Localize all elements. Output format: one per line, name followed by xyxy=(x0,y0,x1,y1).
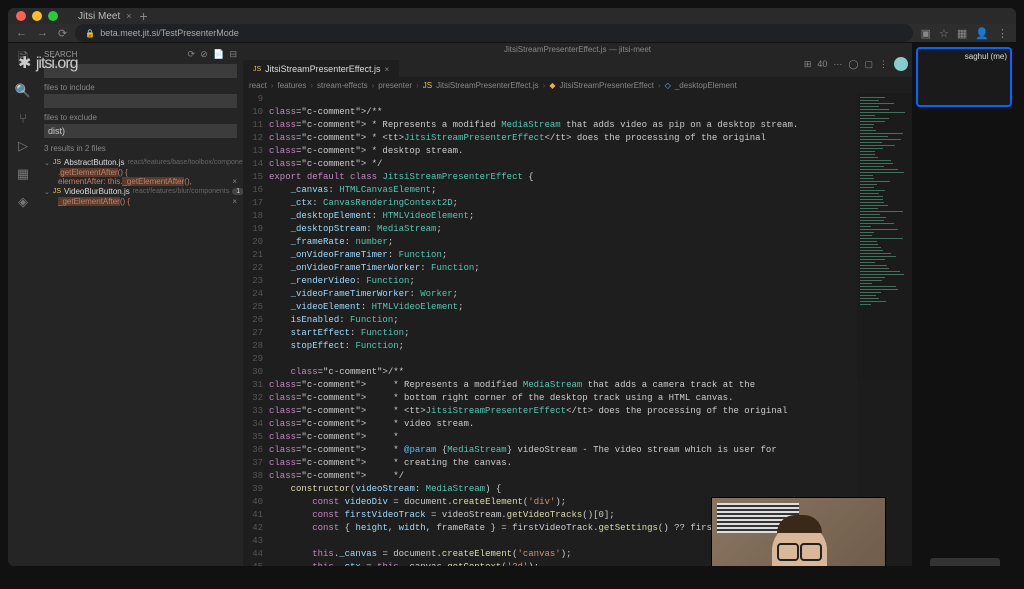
bookmark-icon[interactable]: ☆ xyxy=(939,27,949,40)
results-summary: 3 results in 2 files xyxy=(44,144,237,153)
extensions-panel-icon[interactable]: ▦ xyxy=(17,166,29,182)
minimize-icon[interactable] xyxy=(32,11,42,21)
browser-toolbar: ← → ⟳ 🔒 beta.meet.jit.si/TestPresenterMo… xyxy=(8,24,1016,43)
editor-area: JitsiStreamPresenterEffect.js — jitsi-me… xyxy=(243,43,912,566)
editor-tabs: JS JitsiStreamPresenterEffect.js × ⊞ 40 … xyxy=(243,57,912,77)
maximize-icon[interactable] xyxy=(48,11,58,21)
more-icon[interactable]: ⋯ xyxy=(833,59,842,70)
self-thumbnail[interactable] xyxy=(930,558,1000,566)
clear-icon[interactable]: ⊘ xyxy=(200,49,208,59)
js-file-icon: JS xyxy=(253,66,261,73)
browser-tab-title[interactable]: Jitsi Meet xyxy=(78,11,120,22)
remote-icon[interactable]: ◈ xyxy=(18,194,28,210)
close-icon[interactable] xyxy=(16,11,26,21)
files-include-label: files to include xyxy=(44,83,237,92)
collapse-icon[interactable]: ⊟ xyxy=(229,49,237,59)
files-exclude-input[interactable] xyxy=(44,124,237,138)
new-tab-icon[interactable]: + xyxy=(140,8,148,24)
dots-icon[interactable]: ⋮ xyxy=(879,59,888,70)
editor-tab[interactable]: JS JitsiStreamPresenterEffect.js × xyxy=(243,60,399,77)
split-icon[interactable]: ⊞ xyxy=(804,59,812,70)
face-graphic xyxy=(772,523,827,566)
line-gutter: 9 10 11 12 13 14 15 16 17 18 19 20 21 22… xyxy=(243,93,269,566)
traffic-lights[interactable] xyxy=(16,11,58,21)
cast-icon[interactable]: ▣ xyxy=(921,27,931,40)
files-exclude-label: files to exclude xyxy=(44,113,237,122)
back-icon[interactable]: ← xyxy=(16,27,27,40)
lock-icon: 🔒 xyxy=(85,29,95,38)
profile-icon[interactable]: 👤 xyxy=(975,27,989,40)
search-icon[interactable]: 🔍 xyxy=(15,83,31,99)
breadcrumb[interactable]: react › features › stream-effects › pres… xyxy=(243,77,912,93)
search-result-file[interactable]: ⌄JSVideoBlurButton.js react/features/blu… xyxy=(44,186,237,197)
jitsi-logo: ✱ jitsi.org xyxy=(18,53,78,73)
jitsi-filmstrip: saghul (me) xyxy=(912,43,1016,566)
vscode-title: JitsiStreamPresenterEffect.js — jitsi-me… xyxy=(243,43,912,57)
scm-icon[interactable]: ⑂ xyxy=(19,111,27,126)
menu-icon[interactable]: ⋮ xyxy=(997,27,1008,40)
search-panel: SEARCH ⟳ ⊘ 📄 ⊟ files to include files to… xyxy=(38,43,243,566)
square-icon[interactable]: ▢ xyxy=(864,59,873,70)
minimap[interactable] xyxy=(857,93,912,566)
circle-icon[interactable]: ◯ xyxy=(848,59,858,70)
forward-icon[interactable]: → xyxy=(37,27,48,40)
refresh-icon[interactable]: ⟳ xyxy=(187,49,195,59)
tab-close-icon[interactable]: × xyxy=(385,65,390,74)
vscode-activity-bar: 🗎 🔍 ⑂ ▷ ▦ ◈ ⚙ xyxy=(8,43,38,566)
newfile-icon[interactable]: 📄 xyxy=(213,49,224,59)
source-code[interactable]: class="c-comment">/** class="c-comment">… xyxy=(269,93,912,566)
references-count[interactable]: 40 xyxy=(817,59,827,69)
liveshare-avatar[interactable] xyxy=(894,57,908,71)
participant-tile[interactable]: saghul (me) xyxy=(916,47,1012,107)
tab-filename: JitsiStreamPresenterEffect.js xyxy=(265,64,380,74)
extensions-icon[interactable]: ▦ xyxy=(957,27,967,40)
tab-close-icon[interactable]: × xyxy=(126,11,131,21)
reload-icon[interactable]: ⟳ xyxy=(58,27,67,40)
address-bar[interactable]: 🔒 beta.meet.jit.si/TestPresenterMode xyxy=(75,24,912,42)
search-match[interactable]: .getElementAfter() { xyxy=(44,168,237,177)
search-result-file[interactable]: ⌄JSAbstractButton.js react/features/base… xyxy=(44,157,237,168)
macos-titlebar: Jitsi Meet × + xyxy=(8,8,1016,24)
participant-name: saghul (me) xyxy=(965,52,1007,61)
search-match[interactable]: _getElementAfter() {× xyxy=(44,197,237,206)
files-include-input[interactable] xyxy=(44,94,237,108)
code-editor[interactable]: 9 10 11 12 13 14 15 16 17 18 19 20 21 22… xyxy=(243,93,912,566)
search-match[interactable]: elementAfter: this._getElementAfter(),× xyxy=(44,177,237,186)
debug-icon[interactable]: ▷ xyxy=(18,138,28,154)
url-text: beta.meet.jit.si/TestPresenterMode xyxy=(100,28,239,38)
camera-pip[interactable] xyxy=(711,497,886,566)
